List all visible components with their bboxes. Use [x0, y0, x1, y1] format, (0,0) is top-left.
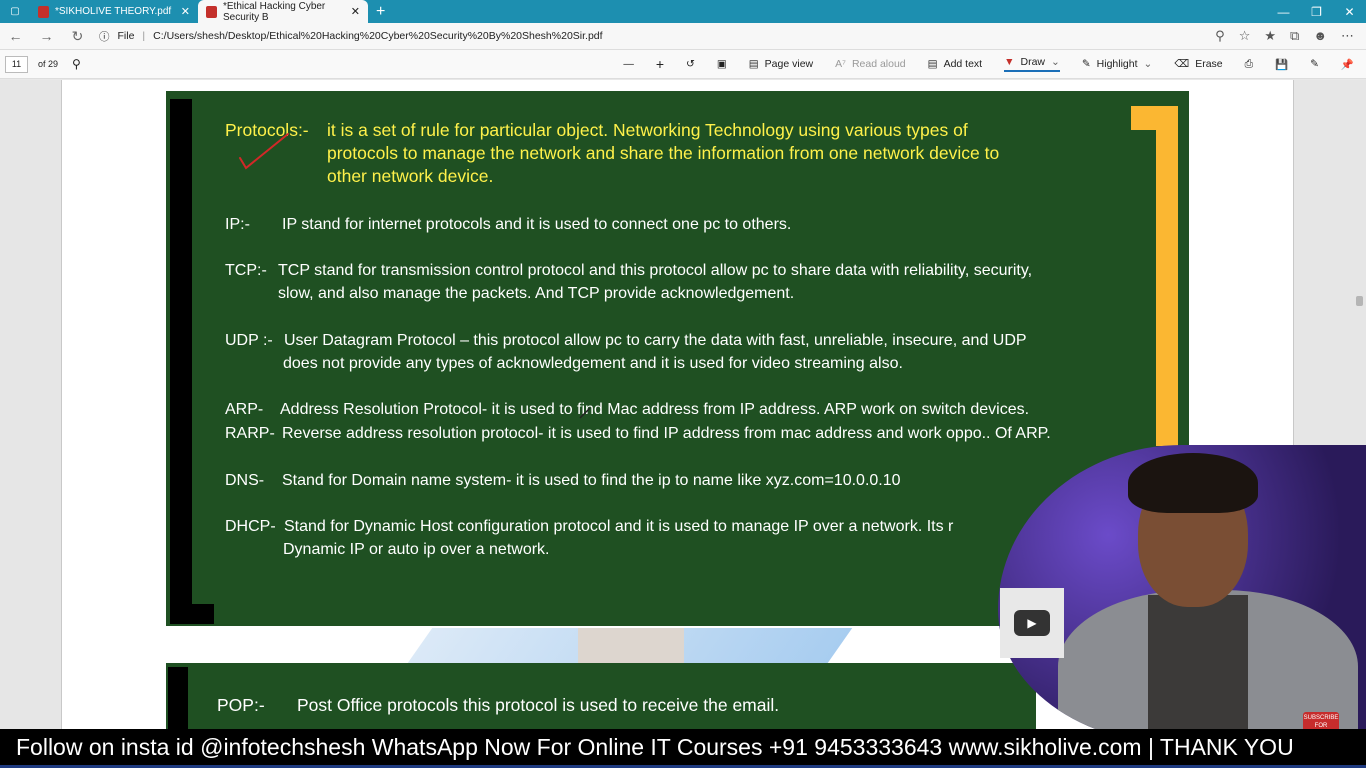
window-controls: — ❐ ✕	[1267, 5, 1366, 19]
tab-sikholive-theory[interactable]: *SIKHOLIVE THEORY.pdf ✕	[30, 0, 198, 23]
pin-icon[interactable]: 📌	[1341, 58, 1354, 71]
page-total: of 29	[38, 59, 59, 69]
presenter-shirt	[1148, 595, 1248, 745]
pdf-icon	[38, 5, 49, 18]
highlight-button[interactable]: ✎ Highlight ⌄	[1082, 58, 1152, 70]
slide-background-box	[578, 628, 684, 663]
page-view-icon: ▤	[748, 58, 759, 70]
rotate-icon[interactable]: ↺	[686, 58, 695, 70]
udp-text-line2: does not provide any types of acknowledg…	[283, 355, 903, 372]
restore-icon[interactable]: ❐	[1300, 5, 1333, 19]
erase-label: Erase	[1195, 58, 1223, 70]
youtube-play-button: ▶	[1000, 588, 1064, 658]
fit-page-icon[interactable]: ▣	[717, 58, 727, 70]
draw-button[interactable]: ▼ Draw ⌄	[1004, 56, 1060, 72]
tcp-text-line1: TCP stand for transmission control proto…	[278, 262, 1033, 279]
dns-label: DNS-	[225, 472, 265, 489]
rarp-label: RARP-	[225, 425, 275, 442]
pdf-toolbar: 11 of 29 ⚲ — + ↺ ▣ ▤ Page view A⁷ Read a…	[0, 50, 1366, 79]
arp-label: ARP-	[225, 401, 264, 418]
tab-actions-icon: ▢	[10, 6, 20, 17]
arp-text: Address Resolution Protocol- it is used …	[280, 401, 1030, 418]
banner-text: Follow on insta id @infotechshesh WhatsA…	[16, 734, 1294, 760]
read-aloud-icon: A⁷	[835, 58, 846, 70]
pop-label: POP:-	[217, 695, 265, 715]
ip-text: IP stand for internet protocols and it i…	[282, 216, 792, 233]
forward-icon[interactable]: →	[31, 28, 62, 44]
address-bar: ← → ↻ ⓘ File | C:/Users/shesh/Desktop/Et…	[0, 23, 1366, 50]
new-tab-button[interactable]: +	[368, 0, 393, 23]
back-icon[interactable]: ←	[0, 28, 31, 44]
address-bar-actions: ⚲ ☆ ★ ⧉ ☻ ⋯	[1215, 28, 1366, 44]
zoom-out-icon[interactable]: —	[623, 58, 634, 70]
dhcp-text-line2: Dynamic IP or auto ip over a network.	[283, 541, 550, 558]
presenter-hair	[1128, 453, 1258, 513]
pop-text: Post Office protocols this protocol is u…	[297, 695, 780, 715]
protocols-line1: it is a set of rule for particular objec…	[327, 120, 968, 140]
refresh-icon[interactable]: ↻	[62, 28, 93, 45]
add-text-icon: ▤	[927, 58, 938, 70]
eraser-icon: ⌫	[1174, 58, 1190, 70]
close-icon[interactable]: ✕	[351, 5, 360, 18]
pen-cursor-icon	[579, 407, 591, 419]
slide-left-foot	[170, 604, 214, 624]
more-icon[interactable]: ⋯	[1341, 28, 1354, 44]
protocols-line2: protocols to manage the network and shar…	[327, 143, 1000, 163]
collections-icon[interactable]: ⧉	[1290, 28, 1299, 44]
tab-actions-button[interactable]: ▢	[0, 0, 30, 23]
draw-label: Draw	[1020, 56, 1046, 68]
browser-tab-bar: ▢ *SIKHOLIVE THEORY.pdf ✕ *Ethical Hacki…	[0, 0, 1366, 23]
tcp-text-line2: slow, and also manage the packets. And T…	[278, 285, 795, 302]
bottom-banner: Follow on insta id @infotechshesh WhatsA…	[0, 729, 1366, 768]
ip-label: IP:-	[225, 216, 250, 233]
favorite-add-icon[interactable]: ☆	[1239, 28, 1251, 44]
pdf-icon	[206, 5, 217, 18]
vertical-scrollbar-thumb[interactable]	[1356, 296, 1363, 306]
check-mark-annotation	[239, 133, 289, 170]
draw-icon: ▼	[1004, 56, 1015, 68]
play-icon: ▶	[1014, 610, 1050, 636]
rarp-text: Reverse address resolution protocol- it …	[282, 425, 1051, 442]
save-as-icon[interactable]: ✎	[1310, 58, 1319, 70]
url-field[interactable]: ⓘ File | C:/Users/shesh/Desktop/Ethical%…	[99, 29, 603, 44]
minimize-icon[interactable]: —	[1267, 5, 1300, 19]
tab-ethical-hacking[interactable]: *Ethical Hacking Cyber Security B ✕	[198, 0, 368, 23]
page-number-input[interactable]: 11	[5, 55, 28, 73]
info-icon: ⓘ	[99, 30, 110, 43]
highlight-icon: ✎	[1081, 58, 1091, 70]
slide-accent-bar	[1156, 106, 1178, 446]
add-text-label: Add text	[943, 58, 983, 70]
close-window-icon[interactable]: ✕	[1333, 5, 1366, 19]
page-view-label: Page view	[764, 58, 814, 70]
slide-left-bar	[168, 667, 188, 737]
tab-title: *Ethical Hacking Cyber Security B	[223, 0, 326, 23]
page-view-button[interactable]: ▤ Page view	[749, 58, 813, 70]
read-aloud-button[interactable]: A⁷ Read aloud	[835, 58, 906, 70]
chevron-down-icon[interactable]: ⌄	[1051, 56, 1060, 68]
favorites-icon[interactable]: ★	[1264, 28, 1276, 44]
close-icon[interactable]: ✕	[181, 5, 190, 18]
save-icon[interactable]: 💾	[1275, 58, 1288, 71]
slide-left-bar	[170, 99, 192, 619]
search-icon[interactable]: ⚲	[72, 57, 81, 71]
highlight-label: Highlight	[1096, 58, 1138, 70]
tcp-label: TCP:-	[225, 262, 267, 279]
url-scheme: File	[117, 30, 135, 42]
protocols-line3: other network device.	[327, 166, 494, 186]
profile-avatar[interactable]: ☻	[1313, 28, 1327, 44]
dns-text: Stand for Domain name system- it is used…	[282, 472, 901, 489]
erase-button[interactable]: ⌫ Erase	[1174, 58, 1222, 70]
read-aloud-label: Read aloud	[851, 58, 906, 70]
dhcp-text-line1: Stand for Dynamic Host configuration pro…	[284, 518, 954, 535]
print-icon[interactable]: ⎙	[1245, 58, 1253, 71]
udp-text-line1: User Datagram Protocol – this protocol a…	[284, 332, 1027, 349]
add-text-button[interactable]: ▤ Add text	[928, 58, 982, 70]
url-text: C:/Users/shesh/Desktop/Ethical%20Hacking…	[153, 30, 603, 42]
chevron-down-icon[interactable]: ⌄	[1144, 58, 1153, 70]
dhcp-label: DHCP-	[225, 518, 276, 535]
zoom-in-icon[interactable]: +	[656, 56, 664, 72]
udp-label: UDP :-	[225, 332, 273, 349]
tab-title: *SIKHOLIVE THEORY.pdf	[55, 6, 172, 17]
zoom-icon[interactable]: ⚲	[1215, 28, 1225, 44]
